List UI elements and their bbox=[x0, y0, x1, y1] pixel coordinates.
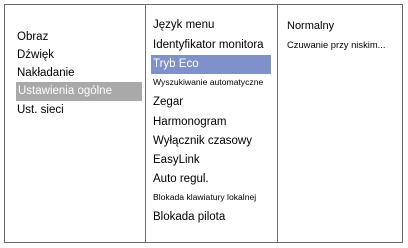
option-normal[interactable]: Normalny bbox=[287, 18, 334, 35]
eco-options-column: Normalny Czuwanie przy niskim... bbox=[277, 5, 402, 242]
submenu-item-local-keyboard-lock[interactable]: Blokada klawiatury lokalnej bbox=[153, 188, 256, 207]
submenu-item-remote-lock[interactable]: Blokada pilota bbox=[153, 208, 225, 227]
menu-item-picture[interactable]: Obraz bbox=[17, 28, 48, 47]
menu-item-network-settings[interactable]: Ust. sieci bbox=[17, 101, 64, 120]
osd-menu-window: Obraz Dźwięk Nakładanie Ustawienia ogóln… bbox=[4, 4, 403, 243]
submenu-item-sleep-timer[interactable]: Wyłącznik czasowy bbox=[153, 132, 252, 151]
menu-item-sound[interactable]: Dźwięk bbox=[17, 46, 54, 65]
submenu-item-menu-language[interactable]: Język menu bbox=[153, 16, 214, 35]
submenu-item-eco-mode[interactable]: Tryb Eco bbox=[151, 55, 271, 74]
menu-item-overlay[interactable]: Nakładanie bbox=[17, 64, 75, 83]
submenu-item-auto-adjust[interactable]: Auto regul. bbox=[153, 170, 209, 189]
submenu-item-schedule[interactable]: Harmonogram bbox=[153, 113, 227, 132]
main-menu-column: Obraz Dźwięk Nakładanie Ustawienia ogóln… bbox=[5, 5, 145, 242]
submenu-item-auto-search[interactable]: Wyszukiwanie automatyczne bbox=[153, 73, 263, 92]
option-low-power-standby[interactable]: Czuwanie przy niskim... bbox=[287, 36, 385, 53]
submenu-item-monitor-id[interactable]: Identyfikator monitora bbox=[153, 36, 264, 55]
submenu-item-easylink[interactable]: EasyLink bbox=[153, 151, 200, 170]
submenu-item-clock[interactable]: Zegar bbox=[153, 93, 183, 112]
general-settings-column: Język menu Identyfikator monitora Tryb E… bbox=[145, 5, 277, 242]
menu-item-general-settings[interactable]: Ustawienia ogólne bbox=[16, 82, 142, 101]
